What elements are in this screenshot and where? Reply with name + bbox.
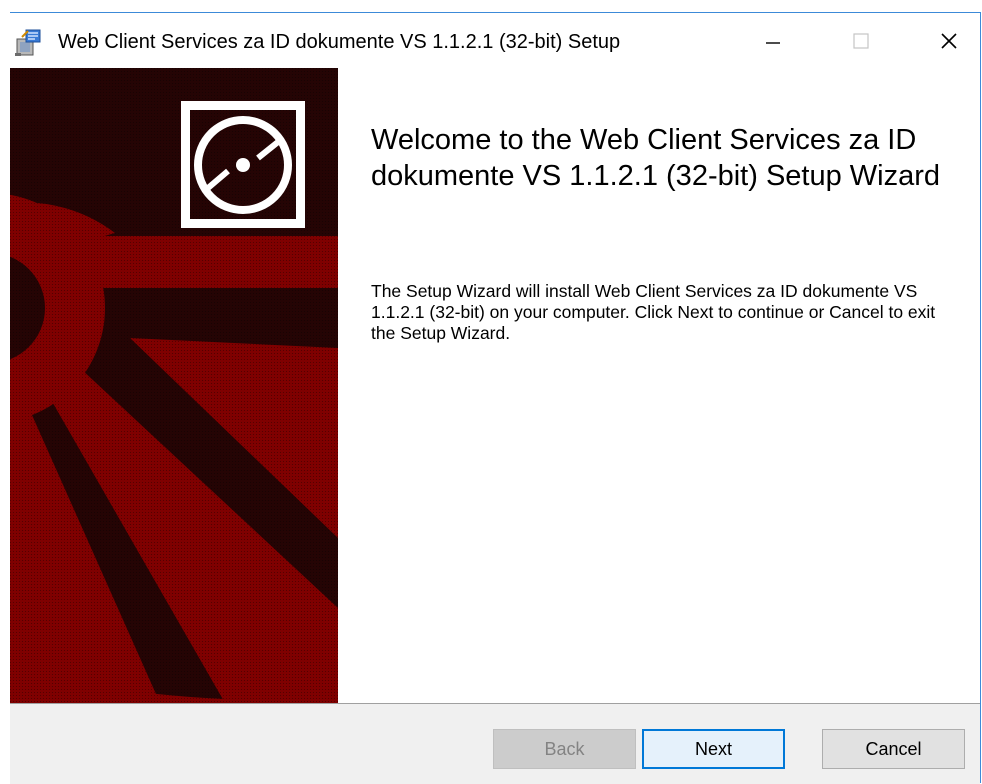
setup-window: Web Client Services za ID dokumente VS 1… [10,12,981,784]
maximize-button[interactable] [831,19,891,63]
maximize-icon [853,33,869,49]
welcome-heading: Welcome to the Web Client Services za ID… [371,124,941,192]
welcome-panel: Welcome to the Web Client Services za ID… [338,68,980,703]
back-button[interactable]: Back [493,729,636,769]
welcome-description: The Setup Wizard will install Web Client… [371,281,936,343]
minimize-icon [766,42,780,44]
wizard-banner [10,68,338,703]
window-title: Web Client Services za ID dokumente VS 1… [58,31,621,53]
next-button[interactable]: Next [642,729,785,769]
cancel-button[interactable]: Cancel [822,729,965,769]
title-bar[interactable]: Web Client Services za ID dokumente VS 1… [10,13,980,67]
close-icon [941,33,957,49]
banner-artwork [10,68,338,703]
installer-icon [15,29,41,56]
minimize-button[interactable] [743,19,803,63]
button-bar: Back Next Cancel [10,704,980,784]
close-button[interactable] [919,19,979,63]
disc-icon [181,101,305,228]
